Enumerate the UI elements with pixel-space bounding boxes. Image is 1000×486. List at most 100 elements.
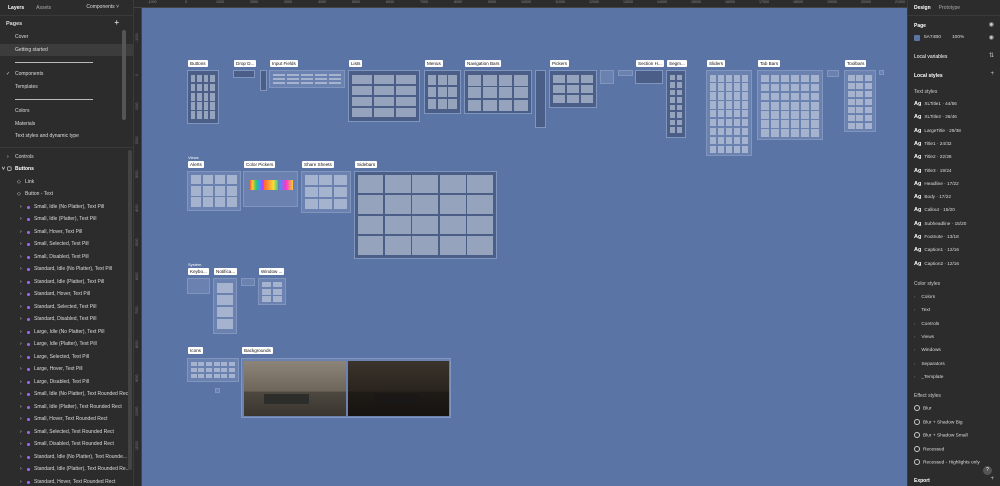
frame-label-toolbars[interactable]: Toolbars <box>845 60 867 67</box>
text-style-item[interactable]: Ag Title3 · 19/24 <box>914 168 952 174</box>
layer-row[interactable]: › Small, Idle (Platter), Text Pill <box>0 213 133 226</box>
text-style-item[interactable]: Ag Title2 · 22/28 <box>914 154 952 160</box>
canvas[interactable]: -1000 0 1000 2000 3000 4000 5000 6000 7000 8000 90… <box>134 0 907 486</box>
layer-row[interactable]: › Standard, Idle (Platter), Text Pill <box>0 276 133 289</box>
text-style-item[interactable]: Ag LargeTitle · 29/38 <box>914 128 961 134</box>
text-style-item[interactable]: Ag XLTitle2 · 36/46 <box>914 114 957 120</box>
color-style-group[interactable]: › Separators <box>914 361 945 367</box>
page-select[interactable]: Components ˅ <box>86 4 119 10</box>
frame-section[interactable] <box>635 70 663 84</box>
text-style-item[interactable]: Ag Footnote · 13/18 <box>914 234 959 240</box>
layer-row[interactable]: › Standard, Disabled, Text Pill <box>0 313 133 326</box>
frame-dropdown[interactable] <box>233 70 255 78</box>
layer-row[interactable]: › Small, Disabled, Text Pill <box>0 251 133 264</box>
frame-label-share-sheets[interactable]: Share Sheets <box>302 161 334 168</box>
frame-label-navigation-bars[interactable]: Navigation Bars <box>465 60 502 67</box>
tab-assets[interactable]: Assets <box>36 5 51 11</box>
frame-label-sidebars[interactable]: Sidebars <box>355 161 378 168</box>
layer-row[interactable]: › Large, Hover, Text Pill <box>0 363 133 376</box>
frame-label-segmented[interactable]: Segm... <box>667 60 687 67</box>
frame-dropdown-2[interactable] <box>260 70 267 91</box>
add-style-icon[interactable]: + <box>990 71 994 77</box>
frame-pickers-extra[interactable] <box>600 70 614 84</box>
layer-row[interactable]: › Large, Idle (Platter), Text Pill <box>0 338 133 351</box>
frame-label-buttons[interactable]: Buttons <box>188 60 208 67</box>
layer-row[interactable]: › Standard, Selected, Text Pill <box>0 301 133 314</box>
layer-row[interactable]: › Standard, Hover, Text Pill <box>0 288 133 301</box>
layer-row[interactable]: › Small, Idle (No Platter), Text Rounded … <box>0 388 133 401</box>
layer-row[interactable]: › Small, Idle (Platter), Text Rounded Rec… <box>0 401 133 414</box>
text-style-item[interactable]: Ag Headline · 17/22 <box>914 181 959 187</box>
layer-row[interactable]: › Standard, Idle (No Platter), Text Round… <box>0 451 133 464</box>
frame-label-lists[interactable]: Lists <box>349 60 363 67</box>
effect-style-item[interactable]: Blur + Shadow Big <box>914 418 963 425</box>
frame-keyboard[interactable] <box>187 278 210 294</box>
tab-layers[interactable]: Layers <box>8 5 24 11</box>
layer-row[interactable]: › Small, Idle (No Platter), Text Pill <box>0 201 133 214</box>
effect-style-item[interactable]: Blur <box>914 405 932 411</box>
local-variables-label[interactable]: Local variables <box>914 54 947 60</box>
frame-notifications-extra[interactable] <box>241 278 255 286</box>
layer-row[interactable]: › Large, Disabled, Text Pill <box>0 376 133 389</box>
layer-row[interactable]: › Large, Selected, Text Pill <box>0 351 133 364</box>
frame-nav-extra[interactable] <box>535 70 546 128</box>
eye-icon[interactable]: ◉ <box>989 21 994 28</box>
text-style-item[interactable]: Ag Body · 17/22 <box>914 194 951 200</box>
tab-design[interactable]: Design <box>914 5 931 11</box>
layer-row[interactable]: › Standard, Idle (No Platter), Text Pill <box>0 263 133 276</box>
text-style-item[interactable]: Ag Title1 · 24/32 <box>914 141 952 147</box>
layers-scrollbar[interactable] <box>128 150 132 470</box>
color-style-group[interactable]: › Colors <box>914 294 935 300</box>
layer-row[interactable]: › Controls <box>0 151 133 164</box>
help-button[interactable]: ? <box>983 466 992 475</box>
adjust-icon[interactable]: ⇅ <box>989 52 994 59</box>
page-item-getting-started[interactable]: Getting started <box>0 43 133 56</box>
page-item-text-styles[interactable]: Text styles and dynamic type <box>0 130 133 143</box>
color-style-group[interactable]: › Views <box>914 334 934 340</box>
layer-row[interactable]: › Small, Selected, Text Pill <box>0 238 133 251</box>
add-export-icon[interactable]: + <box>990 476 994 482</box>
layer-row[interactable]: › Standard, Idle (Platter), Text Rounded … <box>0 463 133 476</box>
tab-prototype[interactable]: Prototype <box>939 5 960 11</box>
text-style-item[interactable]: Ag Subheadline · 15/20 <box>914 221 966 227</box>
layer-row[interactable]: › Small, Selected, Text Rounded Rect <box>0 426 133 439</box>
frame-label-color-pickers[interactable]: Color Pickers <box>244 161 276 168</box>
color-style-group[interactable]: › Controls <box>914 321 939 327</box>
effect-style-item[interactable]: Recessed <box>914 445 944 452</box>
layer-row[interactable]: ˅ ▢ Buttons <box>0 163 133 176</box>
page-item-components[interactable]: ✓ Components <box>0 68 133 81</box>
frame-label-sliders[interactable]: Sliders <box>707 60 726 67</box>
layer-row[interactable]: › Standard, Hover, Text Rounded Rect <box>0 476 133 486</box>
frame-label-input-fields[interactable]: Input Fields <box>270 60 298 67</box>
text-style-item[interactable]: Ag XLTitle1 · 44/56 <box>914 101 957 107</box>
frame-label-section[interactable]: Section H... <box>636 60 664 67</box>
text-style-item[interactable]: Ag Callout · 15/20 <box>914 207 955 213</box>
page-item-colors[interactable]: Colors <box>0 105 133 118</box>
page-item-templates[interactable]: Templates <box>0 81 133 94</box>
layer-row[interactable]: › Small, Hover, Text Pill <box>0 226 133 239</box>
frame-label-menus[interactable]: Menus <box>425 60 443 67</box>
page-color-swatch[interactable] <box>914 35 920 41</box>
add-page-icon[interactable]: + <box>114 18 119 27</box>
layer-row[interactable]: ◇ Link <box>0 176 133 189</box>
frame-label-icons[interactable]: Icons <box>188 347 203 354</box>
frame-label-window[interactable]: Window ... <box>259 268 285 275</box>
color-style-group[interactable]: › _Template <box>914 374 943 380</box>
frame-label-pickers[interactable]: Pickers <box>550 60 570 67</box>
frame-label-keyboard[interactable]: Keybo... <box>188 268 209 275</box>
frame-toolbar-extra[interactable] <box>879 70 884 75</box>
visibility-icon[interactable]: ◉ <box>989 34 994 41</box>
frame-tab-extra[interactable] <box>827 70 839 77</box>
text-style-item[interactable]: Ag Caption1 · 12/16 <box>914 247 959 253</box>
page-color-value[interactable]: 5A74B0 <box>924 35 941 40</box>
layer-row[interactable]: ◇ Button - Text <box>0 188 133 201</box>
page-item-materials[interactable]: Materials <box>0 118 133 131</box>
frame-label-notifications[interactable]: Notifica... <box>214 268 238 275</box>
frame-icons-extra[interactable] <box>215 388 220 393</box>
layer-row[interactable]: › Small, Disabled, Text Rounded Rect <box>0 438 133 451</box>
color-style-group[interactable]: › Windows <box>914 347 941 353</box>
frame-label-dropdown[interactable]: Drop D... <box>234 60 257 67</box>
page-opacity-value[interactable]: 100% <box>952 35 964 40</box>
effect-style-item[interactable]: Recessed - Highlights only <box>914 459 980 465</box>
frame-label-backgrounds[interactable]: Backgrounds <box>242 347 273 354</box>
